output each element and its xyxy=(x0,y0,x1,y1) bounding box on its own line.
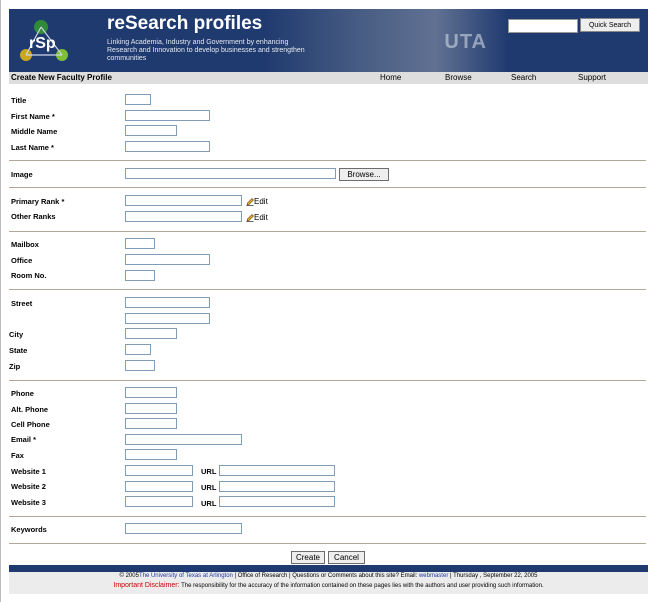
city-label: City xyxy=(9,330,24,339)
logo-text: rSp xyxy=(29,35,56,52)
page-title: Create New Faculty Profile xyxy=(11,73,112,82)
mailbox-label: Mailbox xyxy=(11,240,39,249)
divider xyxy=(9,160,646,161)
create-button[interactable]: Create xyxy=(291,551,325,564)
zip-label: Zip xyxy=(9,362,21,371)
divider xyxy=(9,289,646,290)
browse-button[interactable]: Browse... xyxy=(339,168,389,181)
website3-label: Website 3 xyxy=(11,498,46,507)
middle-name-input[interactable] xyxy=(125,125,177,136)
keywords-input[interactable] xyxy=(125,523,242,534)
email-input[interactable] xyxy=(125,434,242,445)
website1-url-label: URL xyxy=(201,467,217,476)
site-footer: © 2005The University of Texas at Arlingt… xyxy=(9,572,648,594)
footer-bar xyxy=(9,565,648,572)
rsp-logo: rSp xyxy=(20,20,68,61)
last-name-label: Last Name * xyxy=(11,143,54,152)
divider xyxy=(9,187,646,188)
street-label: Street xyxy=(11,299,33,308)
website2-url-input[interactable] xyxy=(219,481,335,492)
other-ranks-edit-link[interactable]: Edit xyxy=(246,213,268,222)
copyright: © 2005 xyxy=(119,573,139,579)
street-input-2[interactable] xyxy=(125,313,210,324)
phone-input[interactable] xyxy=(125,387,177,398)
edit-label: Edit xyxy=(254,197,268,206)
disclaimer-text: The responsibility for the accuracy of t… xyxy=(179,583,544,589)
primary-rank-edit-link[interactable]: Edit xyxy=(246,197,268,206)
footer-line: © 2005The University of Texas at Arlingt… xyxy=(9,572,648,581)
state-input[interactable] xyxy=(125,344,151,355)
room-input[interactable] xyxy=(125,270,155,281)
office-label: Office xyxy=(11,256,33,265)
phone-label: Phone xyxy=(11,389,34,398)
keywords-label: Keywords xyxy=(11,525,47,534)
divider xyxy=(9,380,646,381)
email-label: Email * xyxy=(11,435,37,444)
last-name-input[interactable] xyxy=(125,141,210,152)
website3-url-label: URL xyxy=(201,499,217,508)
image-path-input[interactable] xyxy=(125,168,336,179)
quick-search-button[interactable]: Quick Search xyxy=(580,18,640,32)
city-input[interactable] xyxy=(125,328,177,339)
other-ranks-input[interactable] xyxy=(125,211,242,222)
website1-input[interactable] xyxy=(125,465,193,476)
mailbox-input[interactable] xyxy=(125,238,155,249)
other-ranks-label: Other Ranks xyxy=(11,212,56,221)
cancel-button[interactable]: Cancel xyxy=(328,551,365,564)
page: UTA rSp reSearch profiles Linking Academ… xyxy=(0,0,653,602)
brand-title: reSearch profiles xyxy=(107,13,263,34)
brand-tagline: Linking Academia, Industry and Governmen… xyxy=(107,39,305,62)
footer-date: | Thursday , September 22, 2005 xyxy=(448,573,538,579)
nav-browse[interactable]: Browse xyxy=(445,72,472,84)
fax-label: Fax xyxy=(11,451,24,460)
title-input[interactable] xyxy=(125,94,151,105)
alt-phone-label: Alt. Phone xyxy=(11,405,49,414)
webmaster-link[interactable]: webmaster xyxy=(419,573,448,579)
first-name-label: First Name * xyxy=(11,112,55,121)
nav-home[interactable]: Home xyxy=(380,72,401,84)
middle-name-label: Middle Name xyxy=(11,127,58,136)
website2-input[interactable] xyxy=(125,481,193,492)
edit-label: Edit xyxy=(254,213,268,222)
navbar: Create New Faculty Profile Home Browse S… xyxy=(9,72,648,84)
website1-url-input[interactable] xyxy=(219,465,335,476)
office-input[interactable] xyxy=(125,254,210,265)
divider xyxy=(9,231,646,232)
cell-phone-label: Cell Phone xyxy=(11,420,50,429)
website2-url-label: URL xyxy=(201,483,217,492)
website3-url-input[interactable] xyxy=(219,496,335,507)
street-input-1[interactable] xyxy=(125,297,210,308)
footer-middle: | Office of Research | Questions or Comm… xyxy=(232,573,419,579)
disclaimer-line: Important Disclaimer: The responsibility… xyxy=(9,581,648,591)
first-name-input[interactable] xyxy=(125,110,210,121)
pencil-icon xyxy=(246,197,254,206)
title-label: Title xyxy=(11,96,27,105)
website1-label: Website 1 xyxy=(11,467,46,476)
website2-label: Website 2 xyxy=(11,482,46,491)
website3-input[interactable] xyxy=(125,496,193,507)
primary-rank-label: Primary Rank * xyxy=(11,197,65,206)
state-label: State xyxy=(9,346,28,355)
nav-support[interactable]: Support xyxy=(578,72,606,84)
divider xyxy=(9,543,646,544)
pencil-icon xyxy=(246,213,254,222)
photo-uta-text: UTA xyxy=(444,31,487,53)
disclaimer-title: Important Disclaimer: xyxy=(113,582,180,589)
alt-phone-input[interactable] xyxy=(125,403,177,414)
fax-input[interactable] xyxy=(125,449,177,460)
primary-rank-input[interactable] xyxy=(125,195,242,206)
divider xyxy=(9,516,646,517)
room-label: Room No. xyxy=(11,271,47,280)
university-link[interactable]: The University of Texas at Arlington xyxy=(139,573,233,579)
nav-search[interactable]: Search xyxy=(511,72,536,84)
image-label: Image xyxy=(11,170,33,179)
cell-phone-input[interactable] xyxy=(125,418,177,429)
quick-search-input[interactable] xyxy=(508,19,578,33)
zip-input[interactable] xyxy=(125,360,155,371)
